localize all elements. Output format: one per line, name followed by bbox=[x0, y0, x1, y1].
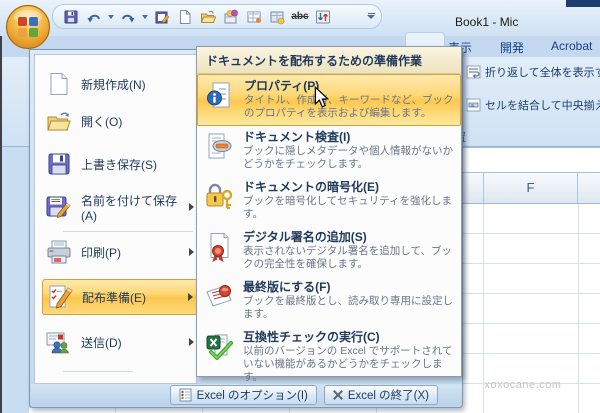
strikethrough-icon[interactable]: abc bbox=[290, 7, 310, 26]
send-email-icon bbox=[46, 329, 72, 355]
submenu-item-desc: タイトル、作成者、キーワードなど、ブックのプロパティを表示および編集します。 bbox=[244, 94, 454, 119]
close-x-icon bbox=[333, 390, 343, 400]
submenu-arrow-icon bbox=[189, 203, 194, 211]
merge-center-label: セルを結合して中央揃え bbox=[485, 100, 600, 112]
undo-icon[interactable] bbox=[84, 7, 104, 26]
open-folder-icon bbox=[46, 108, 72, 134]
menu-item-open[interactable]: 開く(O) bbox=[42, 103, 198, 139]
lock-key-icon bbox=[204, 180, 236, 223]
excel-options-button[interactable]: Excel のオプション(I) bbox=[169, 385, 317, 405]
submenu-item-compatibility[interactable]: 互換性チェックの実行(C) 以前のバージョンの Excel でサポートされていな… bbox=[197, 326, 461, 383]
wrap-text-button[interactable]: 折り返して全体を表示す bbox=[466, 64, 600, 80]
menu-item-save-as[interactable]: 名前を付けて保存(A) bbox=[42, 189, 198, 225]
new-document-icon bbox=[46, 71, 72, 97]
wrap-text-label: 折り返して全体を表示す bbox=[485, 67, 600, 79]
submenu-item-title: ドキュメントの暗号化(E) bbox=[243, 180, 379, 194]
submenu-item-properties[interactable]: プロパティ(P) タイトル、作成者、キーワードなど、ブックのプロパティを表示およ… bbox=[197, 74, 461, 126]
table-badge-icon[interactable] bbox=[267, 7, 287, 26]
quick-access-toolbar: abc bbox=[52, 4, 382, 29]
edit-sheet-icon[interactable] bbox=[152, 7, 172, 26]
mark-final-icon bbox=[204, 280, 236, 323]
submenu-item-desc: 表示されないデジタル署名を追加して、ブックの完全性を確保します。 bbox=[243, 245, 452, 270]
properties-icon bbox=[205, 79, 237, 122]
tab-acrobat[interactable]: Acrobat bbox=[551, 39, 592, 53]
comment-balloons-icon[interactable] bbox=[221, 7, 241, 26]
submenu-item-title: プロパティ(P) bbox=[244, 79, 320, 93]
submenu-item-desc: ブックを暗号化してセキュリティを強化します。 bbox=[243, 195, 453, 220]
compatibility-check-icon bbox=[204, 330, 236, 373]
submenu-item-desc: ブックに隠しメタデータや個人情報がないかどうかをチェックします。 bbox=[243, 145, 453, 170]
submenu-item-inspect[interactable]: ドキュメント検査(I) ブックに隠しメタデータや個人情報がないかどうかをチェック… bbox=[197, 126, 461, 176]
submenu-item-desc: ブックを最終版とし、読み取り専用に設定します。 bbox=[243, 295, 453, 320]
watermark: xoxocane.com bbox=[484, 379, 562, 391]
tab-developer[interactable]: 開発 bbox=[500, 39, 524, 56]
merge-center-button[interactable]: a セルを結合して中央揃え bbox=[466, 97, 600, 113]
submenu-arrow-icon bbox=[188, 293, 193, 301]
customize-qat-icon[interactable] bbox=[364, 9, 378, 23]
prepare-submenu: ドキュメントを配布するための準備作業 プロパティ(P) タイトル、作成者、キーワ… bbox=[196, 46, 462, 383]
menu-item-new[interactable]: 新規作成(N) bbox=[42, 66, 198, 102]
submenu-item-encrypt[interactable]: ドキュメントの暗号化(E) ブックを暗号化してセキュリティを強化します。 bbox=[197, 176, 461, 226]
menu-separator bbox=[63, 231, 193, 232]
save-as-icon bbox=[46, 194, 72, 220]
svg-text:a: a bbox=[471, 103, 474, 109]
sort-icon[interactable] bbox=[313, 7, 333, 26]
menu-separator bbox=[63, 371, 133, 372]
office-menu-left-panel: 新規作成(N) 開く(O) 上書き保存(S) 名前を付けて保存(A) 印刷(P)… bbox=[34, 54, 198, 384]
digital-signature-icon bbox=[204, 230, 236, 273]
submenu-item-title: ドキュメント検査(I) bbox=[243, 130, 351, 144]
exit-excel-label: Excel の終了(X) bbox=[347, 390, 429, 402]
menu-item-label: 送信(D) bbox=[81, 335, 122, 350]
merge-center-icon: a bbox=[466, 98, 481, 112]
menu-item-label: 名前を付けて保存(A) bbox=[81, 193, 178, 223]
submenu-item-title: 互換性チェックの実行(C) bbox=[243, 330, 380, 344]
formula-bar[interactable] bbox=[462, 147, 600, 173]
inspect-document-icon bbox=[204, 130, 236, 173]
undo-dropdown-icon[interactable] bbox=[108, 14, 114, 19]
prepare-checklist-icon bbox=[47, 284, 73, 310]
submenu-arrow-icon bbox=[189, 248, 194, 256]
office-button[interactable] bbox=[5, 4, 51, 50]
office-menu-footer: Excel のオプション(I) Excel の終了(X) bbox=[31, 384, 462, 406]
spreadsheet-grid-bottom bbox=[29, 408, 462, 413]
submenu-item-desc: 以前のバージョンの Excel でサポートされていない機能があるかどうかをチェッ… bbox=[243, 345, 453, 383]
column-header-f[interactable]: F bbox=[483, 173, 578, 203]
printer-icon bbox=[46, 239, 72, 265]
open-icon[interactable] bbox=[198, 7, 218, 26]
new-document-icon[interactable] bbox=[175, 7, 195, 26]
menu-item-save[interactable]: 上書き保存(S) bbox=[42, 146, 198, 182]
mouse-cursor bbox=[314, 85, 330, 113]
menu-item-label: 新規作成(N) bbox=[81, 77, 146, 92]
column-header-row: F bbox=[462, 173, 600, 204]
menu-item-send[interactable]: 送信(D) bbox=[42, 324, 198, 360]
submenu-item-title: デジタル署名の追加(S) bbox=[243, 230, 367, 244]
wrap-text-icon bbox=[466, 65, 481, 79]
submenu-item-finalize[interactable]: 最終版にする(F) ブックを最終版とし、読み取り専用に設定します。 bbox=[197, 276, 461, 326]
redo-dropdown-icon[interactable] bbox=[142, 14, 148, 19]
submenu-item-title: 最終版にする(F) bbox=[243, 280, 331, 294]
submenu-arrow-icon bbox=[189, 338, 194, 346]
menu-item-label: 配布準備(E) bbox=[82, 290, 146, 305]
menu-item-label: 開く(O) bbox=[81, 114, 123, 129]
save-icon[interactable] bbox=[61, 7, 81, 26]
window-corner-strip bbox=[566, 0, 600, 7]
options-icon bbox=[179, 388, 192, 402]
redo-icon[interactable] bbox=[118, 7, 138, 26]
submenu-item-signature[interactable]: デジタル署名の追加(S) 表示されないデジタル署名を追加して、ブックの完全性を確… bbox=[197, 226, 461, 276]
excel-options-label: Excel のオプション(I) bbox=[196, 390, 308, 402]
menu-item-label: 印刷(P) bbox=[81, 245, 121, 260]
submenu-header: ドキュメントを配布するための準備作業 bbox=[197, 47, 461, 74]
menu-item-print[interactable]: 印刷(P) bbox=[42, 234, 198, 270]
exit-excel-button[interactable]: Excel の終了(X) bbox=[323, 385, 438, 405]
menu-item-label: 上書き保存(S) bbox=[81, 157, 157, 172]
menu-item-prepare[interactable]: 配布準備(E) bbox=[42, 279, 198, 315]
table-icon[interactable] bbox=[244, 7, 264, 26]
window-title: Book1 - Mic bbox=[455, 15, 519, 29]
save-icon bbox=[46, 151, 72, 177]
